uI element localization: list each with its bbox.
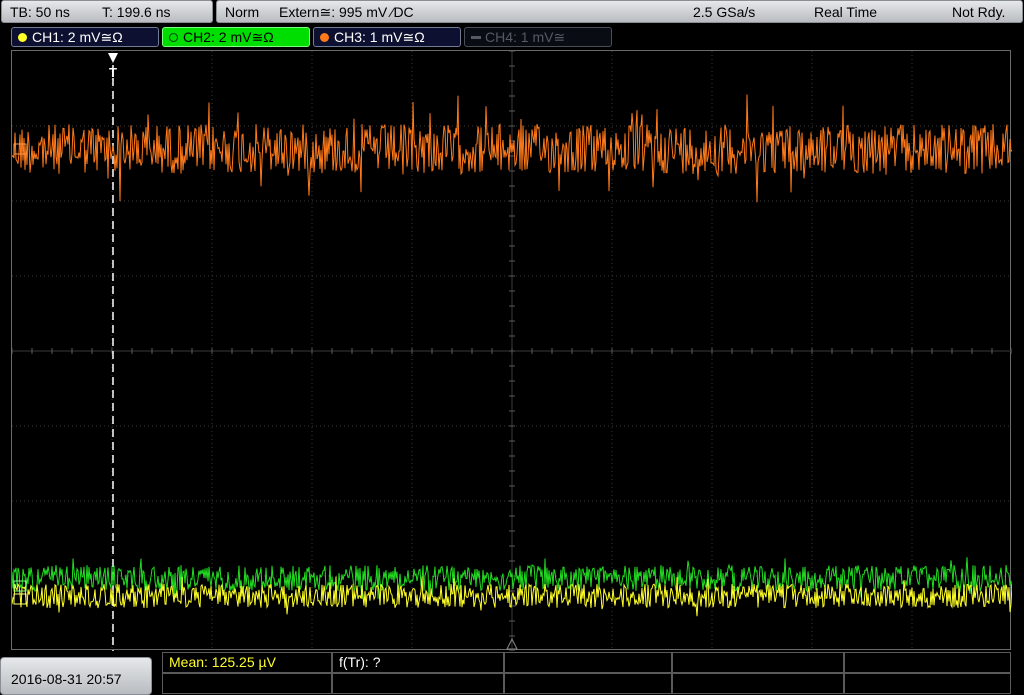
channel-2-indicator-icon xyxy=(169,33,178,42)
measurement-mean[interactable]: Mean: 125.25 µV xyxy=(162,652,332,673)
acquisition-status: Not Rdy. xyxy=(952,4,1006,20)
footer: 2016-08-31 20:57 Mean: 125.25 µV f(Tr): … xyxy=(0,651,1024,695)
channel-1-label: CH1: 2 mV≅Ω xyxy=(32,29,123,45)
measurement-rise-frequency[interactable]: f(Tr): ? xyxy=(332,652,504,673)
datetime-panel[interactable]: 2016-08-31 20:57 xyxy=(0,657,152,695)
channel-1-button[interactable]: CH1: 2 mV≅Ω xyxy=(11,27,159,47)
channel-bar: CH1: 2 mV≅Ω CH2: 2 mV≅Ω CH3: 1 mV≅Ω CH4:… xyxy=(0,25,1024,49)
measurement-slot-5[interactable] xyxy=(844,652,1011,673)
measurement-slot-6[interactable] xyxy=(162,673,332,694)
channel-4-label: CH4: 1 mV≅ xyxy=(485,29,566,45)
channel-3-label: CH3: 1 mV≅Ω xyxy=(334,29,425,45)
sample-rate[interactable]: 2.5 GSa/s xyxy=(693,1,755,24)
trigger-panel[interactable]: Norm Extern≅: 995 mV ⁄DC 2.5 GSa/s Real … xyxy=(216,0,1023,23)
measurement-slot-8[interactable] xyxy=(504,673,672,694)
channel-4-button[interactable]: CH4: 1 mV≅ xyxy=(464,27,612,47)
timebase-panel[interactable]: TB: 50 ns T: 199.6 ns xyxy=(1,0,213,23)
channel-1-indicator-icon xyxy=(18,33,27,42)
acquisition-mode[interactable]: Real Time xyxy=(814,1,877,24)
measurement-slot-3[interactable] xyxy=(504,652,672,673)
channel-4-indicator-icon xyxy=(471,36,481,39)
trigger-source[interactable]: Extern≅: 995 mV ⁄DC xyxy=(279,1,414,24)
channel-3-indicator-icon xyxy=(320,33,329,42)
trigger-marker-label: T xyxy=(109,65,117,80)
channel-2-label: CH2: 2 mV≅Ω xyxy=(183,29,274,45)
datetime: 2016-08-31 20:57 xyxy=(11,671,122,687)
trigger-arrow-icon xyxy=(108,53,118,63)
measurement-slot-9[interactable] xyxy=(672,673,844,694)
graticule: T xyxy=(12,51,1012,651)
measurement-slot-4[interactable] xyxy=(672,652,844,673)
trigger-mode[interactable]: Norm xyxy=(225,1,259,24)
timebase-value[interactable]: TB: 50 ns xyxy=(10,1,70,24)
measurement-slot-7[interactable] xyxy=(332,673,504,694)
measurement-slot-10[interactable] xyxy=(844,673,1011,694)
channel-2-button[interactable]: CH2: 2 mV≅Ω xyxy=(162,27,310,47)
channel-3-button[interactable]: CH3: 1 mV≅Ω xyxy=(313,27,461,47)
waveform-display[interactable]: T xyxy=(11,50,1012,651)
status-bar: TB: 50 ns T: 199.6 ns Norm Extern≅: 995 … xyxy=(0,0,1024,24)
measurement-panel[interactable]: Mean: 125.25 µV f(Tr): ? xyxy=(162,651,1011,695)
trigger-time-value[interactable]: T: 199.6 ns xyxy=(102,1,171,24)
